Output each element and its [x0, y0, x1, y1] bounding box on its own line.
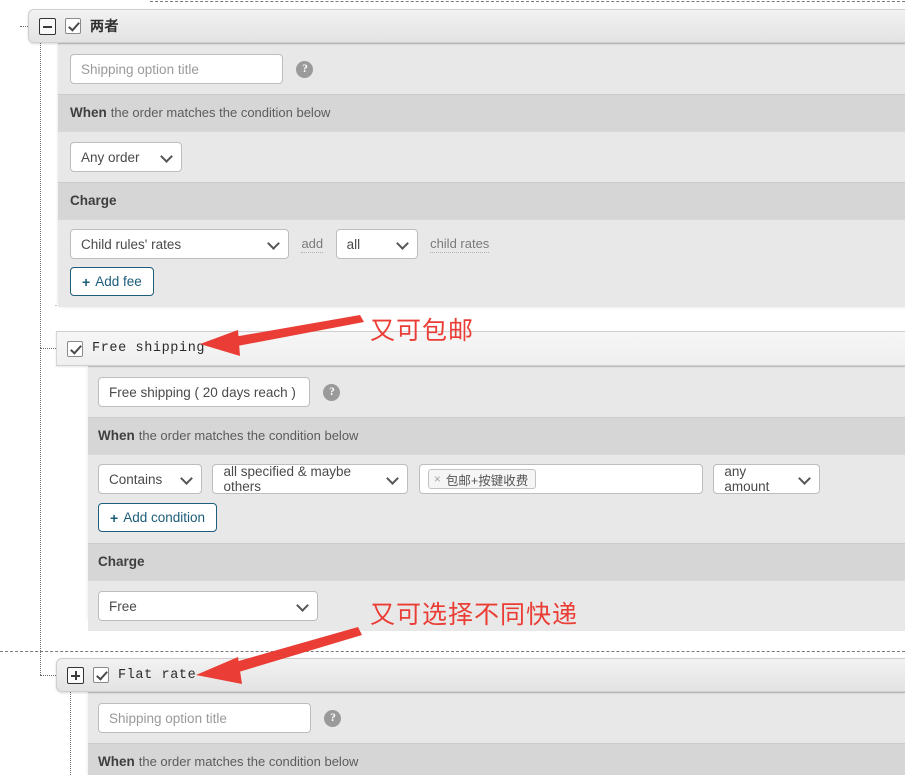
node-body-free-shipping: Free shipping ( 20 days reach ) ? When th…: [88, 366, 905, 631]
remove-tag-icon[interactable]: ×: [434, 472, 441, 486]
tag-chip[interactable]: × 包邮+按键收费: [427, 469, 537, 489]
row-condition-both: Any order: [58, 132, 905, 182]
chevron-down-icon: [388, 474, 399, 485]
tag-label: 包邮+按键收费: [445, 473, 529, 488]
chevron-down-icon: [182, 474, 193, 485]
tree-trunk-line: [40, 26, 41, 348]
tree-top-dashed-line: [150, 1, 905, 2]
match-type-select-free[interactable]: Contains: [98, 464, 202, 494]
band-when-both: When the order matches the condition belo…: [58, 94, 905, 132]
when-label-both: When the order matches the condition belo…: [70, 105, 330, 120]
when-bold-free: When: [98, 428, 135, 443]
annotation-flat-rate: 又可选择不同快递: [370, 601, 579, 629]
band-charge-free-shipping: Charge: [88, 543, 905, 581]
tree-trunk-line-lower: [40, 348, 41, 675]
chevron-down-icon: [398, 239, 409, 250]
tree-child-line-flat: [70, 692, 71, 775]
chevron-down-icon: [162, 152, 173, 163]
condition-select-value-both: Any order: [81, 149, 140, 165]
node-label-both: 两者: [90, 18, 119, 34]
amount-select-free[interactable]: any amount: [713, 464, 821, 494]
row-title-free-shipping: Free shipping ( 20 days reach ) ?: [88, 367, 905, 417]
band-when-flat-rate: When the order matches the condition belo…: [88, 743, 905, 775]
charge-select-free[interactable]: Free: [98, 591, 318, 621]
when-text-flat: the order matches the condition below: [138, 754, 359, 769]
when-bold-both: When: [70, 105, 107, 120]
when-label-flat: When the order matches the condition belo…: [98, 754, 358, 769]
add-fee-button[interactable]: + Add fee: [70, 267, 154, 296]
plus-icon: +: [82, 273, 91, 290]
help-icon-free-title[interactable]: ?: [323, 383, 341, 401]
band-when-free-shipping: When the order matches the condition belo…: [88, 417, 905, 455]
charge-select-value-both: Child rules' rates: [81, 236, 182, 252]
add-label-both: add: [301, 236, 324, 254]
add-fee-label: Add fee: [95, 274, 142, 289]
when-text-both: the order matches the condition below: [110, 105, 331, 120]
node-header-flat-rate[interactable]: Flat rate: [56, 658, 905, 692]
checkbox-both[interactable]: [65, 18, 81, 34]
node-label-free-shipping: Free shipping: [92, 341, 206, 356]
annotation-free-shipping: 又可包邮: [370, 317, 475, 345]
node-label-flat-rate: Flat rate: [118, 667, 197, 683]
product-tag-multiselect-free[interactable]: × 包邮+按键收费: [418, 464, 703, 494]
match-type-value-free: Contains: [109, 471, 163, 487]
charge-select-value-free: Free: [109, 598, 137, 614]
child-rates-label-both: child rates: [430, 236, 490, 254]
help-icon-both-title[interactable]: ?: [296, 60, 314, 78]
scope-select-free[interactable]: all specified & maybe others: [212, 464, 409, 494]
tree-divider-dashed-flat: [0, 651, 905, 652]
charge-label-free: Charge: [98, 554, 145, 569]
when-text-free: the order matches the condition below: [138, 428, 359, 443]
node-header-both[interactable]: 两者: [28, 9, 905, 43]
shipping-option-title-input-flat[interactable]: Shipping option title: [98, 703, 311, 733]
condition-select-both[interactable]: Any order: [70, 142, 182, 172]
band-charge-both: Charge: [58, 182, 905, 220]
charge-select-both[interactable]: Child rules' rates: [70, 229, 289, 259]
expand-icon-flat-rate[interactable]: [67, 666, 84, 684]
node-header-free-shipping[interactable]: Free shipping: [56, 331, 905, 366]
checkbox-free-shipping[interactable]: [67, 340, 83, 357]
shipping-option-title-input-both[interactable]: Shipping option title: [70, 54, 283, 84]
shipping-option-title-input-free[interactable]: Free shipping ( 20 days reach ): [98, 377, 310, 407]
chevron-down-icon: [269, 239, 280, 250]
charge-label-both: Charge: [70, 193, 117, 208]
amount-value-free: any amount: [724, 464, 770, 494]
row-title-flat-rate: Shipping option title ?: [88, 693, 905, 743]
node-body-flat-rate: Shipping option title ? When the order ma…: [88, 692, 905, 775]
chevron-down-icon: [800, 474, 811, 485]
add-amount-select-both[interactable]: all: [335, 229, 418, 259]
help-icon-flat-title[interactable]: ?: [324, 709, 342, 727]
checkbox-flat-rate[interactable]: [93, 667, 109, 683]
row-charge-both: Child rules' rates add all child rates +…: [58, 220, 905, 307]
node-body-both: Shipping option title ? When the order ma…: [58, 43, 905, 307]
add-condition-button[interactable]: + Add condition: [98, 503, 217, 532]
chevron-down-icon: [298, 601, 309, 612]
plus-icon: +: [110, 509, 119, 526]
when-bold-flat: When: [98, 754, 135, 769]
shipping-rules-tree: 两者 Shipping option title ? When the order…: [0, 0, 905, 775]
add-amount-value-both: all: [346, 236, 361, 252]
add-condition-label: Add condition: [123, 510, 205, 525]
row-title-both: Shipping option title ?: [58, 44, 905, 94]
when-label-free: When the order matches the condition belo…: [98, 428, 358, 443]
scope-value-free: all specified & maybe others: [223, 464, 352, 494]
row-condition-free-shipping: Contains all specified & maybe others × …: [88, 455, 905, 543]
collapse-icon-both[interactable]: [39, 17, 56, 35]
